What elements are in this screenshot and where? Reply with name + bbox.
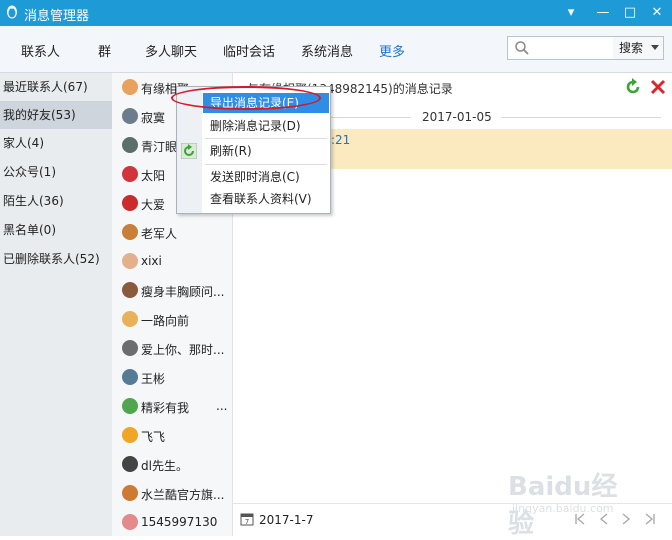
refresh-icon <box>181 143 197 159</box>
nav-blacklist[interactable]: 黑名单(0) <box>0 216 112 244</box>
qq-penguin-icon <box>7 5 17 19</box>
avatar <box>122 456 138 472</box>
avatar <box>122 340 138 356</box>
contact-item[interactable]: 水兰酷官方旗... <box>112 479 232 508</box>
svg-text:7: 7 <box>245 518 249 526</box>
menu-separator <box>205 138 327 139</box>
search-button-label: 搜索 <box>619 41 644 55</box>
contact-item[interactable]: 精彩有我... <box>112 392 232 421</box>
avatar <box>122 253 138 269</box>
tab-more[interactable]: 更多 <box>379 41 405 60</box>
nav-deleted-contacts[interactable]: 已删除联系人(52) <box>0 245 112 273</box>
contact-item[interactable]: 1545997130 <box>112 508 232 536</box>
category-nav: 最近联系人(67) 我的好友(53) 家人(4) 公众号(1) 陌生人(36) … <box>0 73 112 536</box>
avatar <box>122 79 138 95</box>
nav-my-friends[interactable]: 我的好友(53) <box>0 101 112 129</box>
calendar-icon[interactable]: 7 <box>240 512 254 526</box>
watermark-url: jingyan.baidu.com <box>512 502 614 515</box>
contact-name: 飞飞 <box>141 430 166 444</box>
search-input[interactable] <box>507 36 615 60</box>
avatar <box>122 282 138 298</box>
close-button[interactable]: ✕ <box>646 3 668 23</box>
window-title: 消息管理器 <box>24 9 90 24</box>
contact-item[interactable]: 王彬 <box>112 363 232 392</box>
contact-name: 瘦身丰胸顾问... <box>141 285 225 299</box>
contact-name: xixi <box>141 254 162 268</box>
avatar <box>122 427 138 443</box>
date-divider-text: 2017-01-05 <box>422 110 492 124</box>
last-page-icon[interactable] <box>643 512 657 526</box>
tab-contacts[interactable]: 联系人 <box>21 41 60 60</box>
send-instant-message-menu-item[interactable]: 发送即时消息(C) <box>203 167 329 187</box>
avatar <box>122 485 138 501</box>
delete-icon[interactable] <box>649 78 667 96</box>
contact-item[interactable]: 一路向前 <box>112 305 232 334</box>
nav-public-accounts[interactable]: 公众号(1) <box>0 158 112 186</box>
avatar <box>122 224 138 240</box>
contact-name: 王彬 <box>141 372 166 386</box>
tab-temp-chat[interactable]: 临时会话 <box>223 41 275 60</box>
contact-name: 1545997130 <box>141 515 218 529</box>
maximize-button[interactable]: □ <box>619 3 641 23</box>
tab-multi-chat[interactable]: 多人聊天 <box>145 41 197 60</box>
nav-family[interactable]: 家人(4) <box>0 129 112 157</box>
avatar <box>122 195 138 211</box>
chevron-down-icon[interactable] <box>651 45 659 50</box>
avatar <box>122 166 138 182</box>
contact-name: 爱上你、那时... <box>141 343 225 357</box>
avatar <box>122 108 138 124</box>
export-messages-menu-item[interactable]: 导出消息记录(E) <box>203 93 329 113</box>
contact-item[interactable]: 爱上你、那时... <box>112 334 232 363</box>
contact-name-overflow: ... <box>216 399 228 413</box>
contact-name: 老军人 <box>141 227 178 241</box>
delete-messages-menu-item[interactable]: 删除消息记录(D) <box>203 116 329 136</box>
contact-name: 水兰酷官方旗... <box>141 488 225 502</box>
contact-item[interactable]: 老军人 <box>112 218 232 247</box>
nav-strangers[interactable]: 陌生人(36) <box>0 187 112 215</box>
avatar <box>122 311 138 327</box>
contact-item[interactable]: dl先生。 <box>112 450 232 479</box>
context-menu: 导出消息记录(E) 删除消息记录(D) 刷新(R) 发送即时消息(C) 查看联系… <box>176 86 331 214</box>
refresh-icon[interactable] <box>624 78 642 96</box>
avatar <box>122 514 138 530</box>
contact-name: dl先生。 <box>141 459 188 473</box>
message-time: :21 <box>331 133 351 147</box>
avatar <box>122 137 138 153</box>
contact-name: 一路向前 <box>141 314 190 328</box>
title-bar: 消息管理器 ▾ — □ ✕ <box>0 0 672 26</box>
refresh-menu-item[interactable]: 刷新(R) <box>203 141 329 161</box>
avatar <box>122 369 138 385</box>
contact-item[interactable]: 瘦身丰胸顾问... <box>112 276 232 305</box>
search-icon <box>515 41 529 55</box>
tab-groups[interactable]: 群 <box>98 41 111 60</box>
menu-separator <box>205 164 327 165</box>
nav-recent[interactable]: 最近联系人(67) <box>0 73 112 101</box>
view-contact-profile-menu-item[interactable]: 查看联系人资料(V) <box>203 189 329 209</box>
minimize-button[interactable]: — <box>592 3 614 23</box>
search-button[interactable]: 搜索 <box>613 36 664 60</box>
tab-system-messages[interactable]: 系统消息 <box>301 41 353 60</box>
footer-date: 2017-1-7 <box>259 513 314 527</box>
contact-item[interactable]: xixi <box>112 247 232 276</box>
dropdown-icon[interactable]: ▾ <box>560 3 582 23</box>
contact-item[interactable]: 飞飞 <box>112 421 232 450</box>
baidu-watermark: Baidu经验 jingyan.baidu.com <box>508 464 638 539</box>
avatar <box>122 398 138 414</box>
